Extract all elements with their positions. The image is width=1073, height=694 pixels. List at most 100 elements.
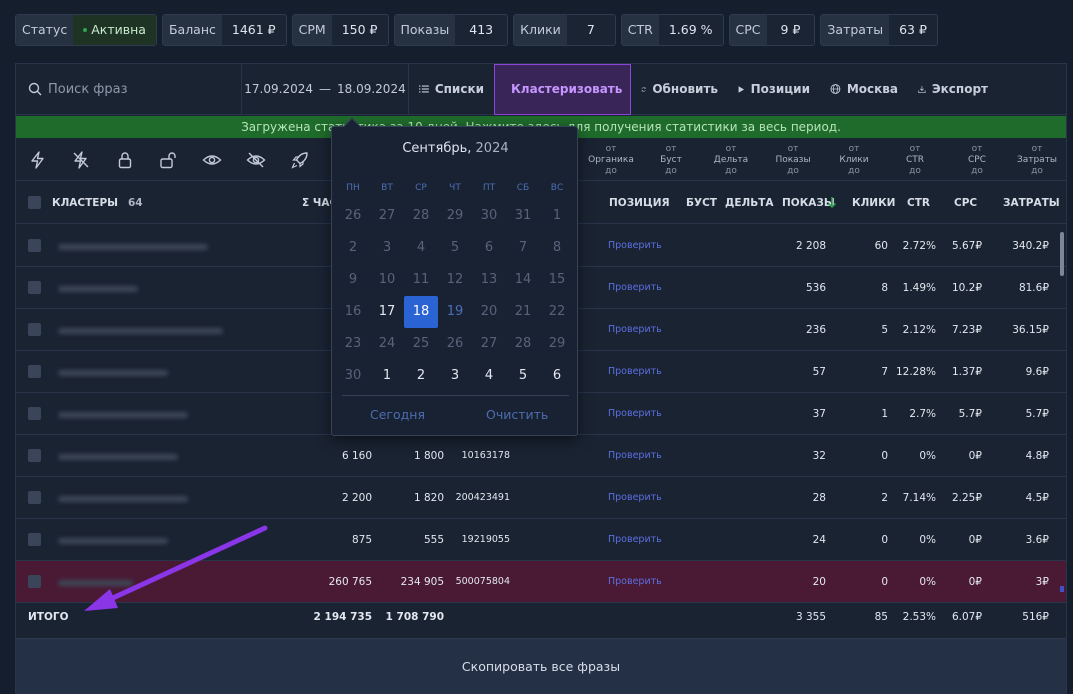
calendar-day[interactable]: 1	[540, 200, 574, 232]
rocket-icon[interactable]	[290, 150, 310, 170]
boost-header[interactable]: БУСТ	[686, 197, 717, 209]
table-row[interactable]: 2 200 1 820 200423491 Проверить 28 2 7.14% 2.25…	[16, 477, 1066, 519]
row-checkbox[interactable]	[28, 533, 41, 546]
calendar-day[interactable]: 7	[506, 232, 540, 264]
calendar-day[interactable]: 3	[370, 232, 404, 264]
filter-boost[interactable]: от Буст до	[654, 144, 688, 177]
position-header[interactable]: ПОЗИЦИЯ	[609, 197, 670, 209]
calendar-day[interactable]: 8	[540, 232, 574, 264]
cluster-button[interactable]: Кластеризовать	[494, 63, 631, 115]
check-position-link[interactable]: Проверить	[608, 324, 662, 335]
calendar-day[interactable]: 9	[336, 264, 370, 296]
filter-delta[interactable]: от Дельта до	[708, 144, 754, 177]
row-checkbox[interactable]	[28, 281, 41, 294]
calendar-day[interactable]: 6	[472, 232, 506, 264]
calendar-day[interactable]: 10	[370, 264, 404, 296]
calendar-month-title[interactable]: Сентябрь, 2024	[332, 141, 579, 156]
row-checkbox[interactable]	[28, 491, 41, 504]
scrollbar-thumb[interactable]	[1060, 232, 1064, 276]
cluster-name-redacted[interactable]	[48, 319, 273, 341]
calendar-day[interactable]: 28	[506, 328, 540, 360]
calendar-day[interactable]: 27	[472, 328, 506, 360]
check-position-link[interactable]: Проверить	[608, 492, 662, 503]
calendar-day[interactable]: 26	[438, 328, 472, 360]
filter-shows[interactable]: от Показы до	[773, 144, 813, 177]
row-checkbox[interactable]	[28, 323, 41, 336]
calendar-day[interactable]: 21	[506, 296, 540, 328]
calendar-day[interactable]: 25	[404, 328, 438, 360]
costs-header[interactable]: ЗАТРАТЫ	[1003, 197, 1060, 209]
calendar-day[interactable]: 2	[404, 360, 438, 392]
filter-costs[interactable]: от Затраты до	[1014, 144, 1060, 177]
row-checkbox[interactable]	[28, 239, 41, 252]
lightning-icon[interactable]	[28, 150, 48, 170]
row-checkbox[interactable]	[28, 365, 41, 378]
calendar-day[interactable]: 24	[370, 328, 404, 360]
calendar-day[interactable]: 14	[506, 264, 540, 296]
filter-cpc[interactable]: от CPC до	[962, 144, 992, 177]
calendar-day[interactable]: 20	[472, 296, 506, 328]
lightning-off-icon[interactable]	[71, 150, 91, 170]
cpc-header[interactable]: CPC	[954, 197, 977, 209]
date-range-picker[interactable]: 17.09.2024 — 18.09.2024	[242, 63, 409, 115]
calendar-day[interactable]: 1	[370, 360, 404, 392]
date-to[interactable]: 18.09.2024	[337, 82, 406, 96]
lists-button[interactable]: Списки	[409, 64, 494, 115]
cluster-name-redacted[interactable]	[48, 403, 273, 425]
filter-clicks[interactable]: от Клики до	[837, 144, 871, 177]
refresh-button[interactable]: Обновить	[631, 64, 728, 115]
calendar-day[interactable]: 31	[506, 200, 540, 232]
eye-off-icon[interactable]	[246, 150, 266, 170]
calendar-day[interactable]: 17	[370, 296, 404, 328]
cluster-name-redacted[interactable]	[48, 487, 273, 509]
check-position-link[interactable]: Проверить	[608, 282, 662, 293]
calendar-day[interactable]: 22	[540, 296, 574, 328]
calendar-day[interactable]: 29	[540, 328, 574, 360]
eye-icon[interactable]	[202, 150, 222, 170]
cluster-name-redacted[interactable]	[48, 445, 273, 467]
calendar-day[interactable]: 18	[404, 296, 438, 328]
check-position-link[interactable]: Проверить	[608, 576, 662, 587]
cluster-name-redacted[interactable]	[48, 361, 273, 383]
region-button[interactable]: Москва	[820, 64, 908, 115]
calendar-day[interactable]: 28	[404, 200, 438, 232]
unlock-icon[interactable]	[158, 150, 178, 170]
select-all-checkbox[interactable]	[28, 196, 41, 209]
clusters-header[interactable]: КЛАСТЕРЫ	[52, 197, 118, 209]
clear-button[interactable]: Очистить	[486, 407, 548, 422]
row-checkbox[interactable]	[28, 575, 41, 588]
calendar-day[interactable]: 5	[438, 232, 472, 264]
filter-organic[interactable]: от Органика до	[586, 144, 636, 177]
calendar-day[interactable]: 30	[472, 200, 506, 232]
calendar-day[interactable]: 2	[336, 232, 370, 264]
calendar-day[interactable]: 12	[438, 264, 472, 296]
table-row[interactable]: 6 160 1 800 10163178 Проверить 32 0 0% 0₽ 4.8₽	[16, 435, 1066, 477]
calendar-day[interactable]: 4	[472, 360, 506, 392]
calendar-day[interactable]: 29	[438, 200, 472, 232]
row-checkbox[interactable]	[28, 449, 41, 462]
calendar-day[interactable]: 4	[404, 232, 438, 264]
calendar-day[interactable]: 27	[370, 200, 404, 232]
calendar-day[interactable]: 30	[336, 360, 370, 392]
check-position-link[interactable]: Проверить	[608, 240, 662, 251]
calendar-day[interactable]: 23	[336, 328, 370, 360]
cluster-name-redacted[interactable]	[48, 235, 273, 257]
row-checkbox[interactable]	[28, 407, 41, 420]
clicks-header[interactable]: КЛИКИ	[852, 197, 895, 209]
sort-down-icon[interactable]	[827, 196, 837, 209]
filter-ctr[interactable]: от CTR до	[900, 144, 930, 177]
ctr-header[interactable]: CTR	[907, 197, 930, 209]
check-position-link[interactable]: Проверить	[608, 366, 662, 377]
delta-header[interactable]: ДЕЛЬТА	[725, 197, 774, 209]
check-position-link[interactable]: Проверить	[608, 450, 662, 461]
calendar-day[interactable]: 26	[336, 200, 370, 232]
check-position-link[interactable]: Проверить	[608, 534, 662, 545]
calendar-day[interactable]: 3	[438, 360, 472, 392]
calendar-day[interactable]: 13	[472, 264, 506, 296]
calendar-day[interactable]: 16	[336, 296, 370, 328]
export-button[interactable]: Экспорт	[908, 64, 998, 115]
calendar-day[interactable]: 15	[540, 264, 574, 296]
calendar-day[interactable]: 11	[404, 264, 438, 296]
lock-icon[interactable]	[115, 150, 135, 170]
search-input[interactable]: Поиск фраз	[16, 63, 242, 115]
